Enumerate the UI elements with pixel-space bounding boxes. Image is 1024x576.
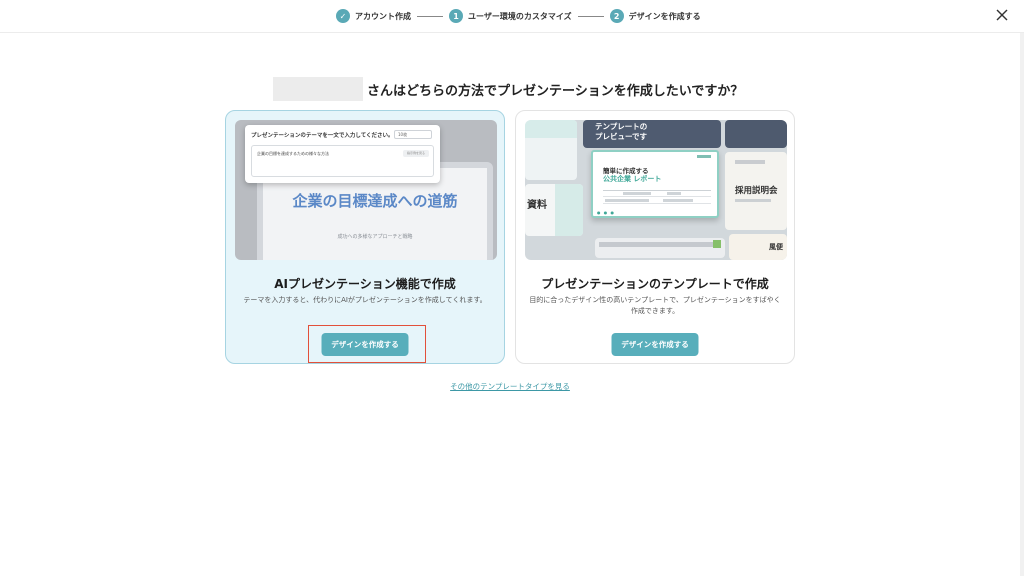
preview-example-chip: 指示例を見る (403, 150, 429, 157)
step-label: アカウント作成 (355, 11, 411, 21)
step-label: デザインを作成する (628, 11, 701, 21)
close-button[interactable] (994, 7, 1010, 23)
template-tile: 資料 (525, 184, 583, 236)
create-design-button-template[interactable]: デザインを作成する (611, 333, 699, 356)
template-tile (525, 120, 577, 180)
preview-slide-subtitle: 成功への多様なアプローチと戦略 (337, 234, 413, 240)
preview-slide-title: 企業の目標達成への道筋 (292, 192, 458, 210)
page-scrollbar[interactable] (1020, 33, 1024, 576)
step-number: 2 (609, 9, 624, 23)
page-heading: さんはどちらの方法でプレゼンテーションを作成したいですか？ (273, 77, 743, 101)
preview-prompt-label: プレゼンテーションのテーマを一文で入力してください。 (251, 133, 394, 139)
template-tile-text: 資料 (527, 200, 547, 211)
card-title: プレゼンテーションのテンプレートで作成 (541, 277, 769, 291)
template-tile-text: 採用説明会 (735, 186, 778, 196)
template-main-table (603, 190, 711, 210)
template-carousel-dots: ● ● ● (597, 210, 616, 215)
card-title: AIプレゼンテーション機能で作成 (274, 277, 456, 291)
preview-slide-count-select: 10枚 (394, 130, 432, 139)
page-title: さんはどちらの方法でプレゼンテーションを作成したいですか？ (367, 83, 744, 99)
template-main-line2: 公共企業 レポート (603, 175, 662, 183)
progress-stepper: ✓ アカウント作成 1 ユーザー環境のカスタマイズ 2 デザインを作成する (336, 8, 701, 24)
card-description: 目的に合ったデザイン性の高いテンプレートで、プレゼンテーションをすばやく作成でき… (529, 296, 781, 315)
template-tile: 採用説明会 (725, 152, 787, 230)
other-template-types-link[interactable]: その他のテンプレートタイプを見る (0, 381, 1020, 392)
step-connector (577, 15, 604, 17)
template-banner-text: テンプレートの プレビューです (595, 122, 648, 141)
template-tile-text: 風便 (769, 243, 783, 251)
step-customize-environment: 1 ユーザー環境のカスタマイズ (449, 9, 572, 23)
preview-theme-input: 企業の目標を達成するための様々な方法 指示例を見る (251, 145, 434, 177)
close-icon (996, 9, 1008, 21)
step-label: ユーザー環境のカスタマイズ (468, 11, 572, 21)
preview-prompt-dialog: プレゼンテーションのテーマを一文で入力してください。 10枚 企業の目標を達成す… (245, 125, 440, 183)
create-design-button-ai[interactable]: デザインを作成する (321, 333, 409, 356)
step-connector (417, 15, 443, 17)
check-icon: ✓ (336, 9, 350, 23)
preview-theme-text: 企業の目標を達成するための様々な方法 (257, 151, 329, 156)
top-bar: ✓ アカウント作成 1 ユーザー環境のカスタマイズ 2 デザインを作成する (0, 0, 1024, 33)
template-tile: 風便 (729, 234, 787, 260)
step-number: 1 (449, 9, 463, 23)
ai-presentation-option-card[interactable]: 企業の目標達成への道筋 成功への多様なアプローチと戦略 プレゼンテーションのテー… (225, 110, 505, 364)
template-tile (725, 120, 787, 148)
step-create-design: 2 デザインを作成する (609, 9, 701, 23)
template-preview-image: テンプレートの プレビューです 資料 採用説明会 風便 簡単に作成する 公共企業… (525, 120, 787, 260)
template-main-slide: 簡単に作成する 公共企業 レポート ● ● ● (591, 150, 719, 218)
template-tile-banner: テンプレートの プレビューです (583, 120, 721, 148)
redacted-user-name (273, 77, 363, 101)
template-tile (595, 238, 725, 258)
step-account-created: ✓ アカウント作成 (336, 9, 411, 23)
template-option-card[interactable]: テンプレートの プレビューです 資料 採用説明会 風便 簡単に作成する 公共企業… (515, 110, 795, 364)
ai-preview-image: 企業の目標達成への道筋 成功への多様なアプローチと戦略 プレゼンテーションのテー… (235, 120, 497, 260)
card-description: テーマを入力すると、代わりにAIがプレゼンテーションを作成してくれます。 (243, 296, 487, 304)
